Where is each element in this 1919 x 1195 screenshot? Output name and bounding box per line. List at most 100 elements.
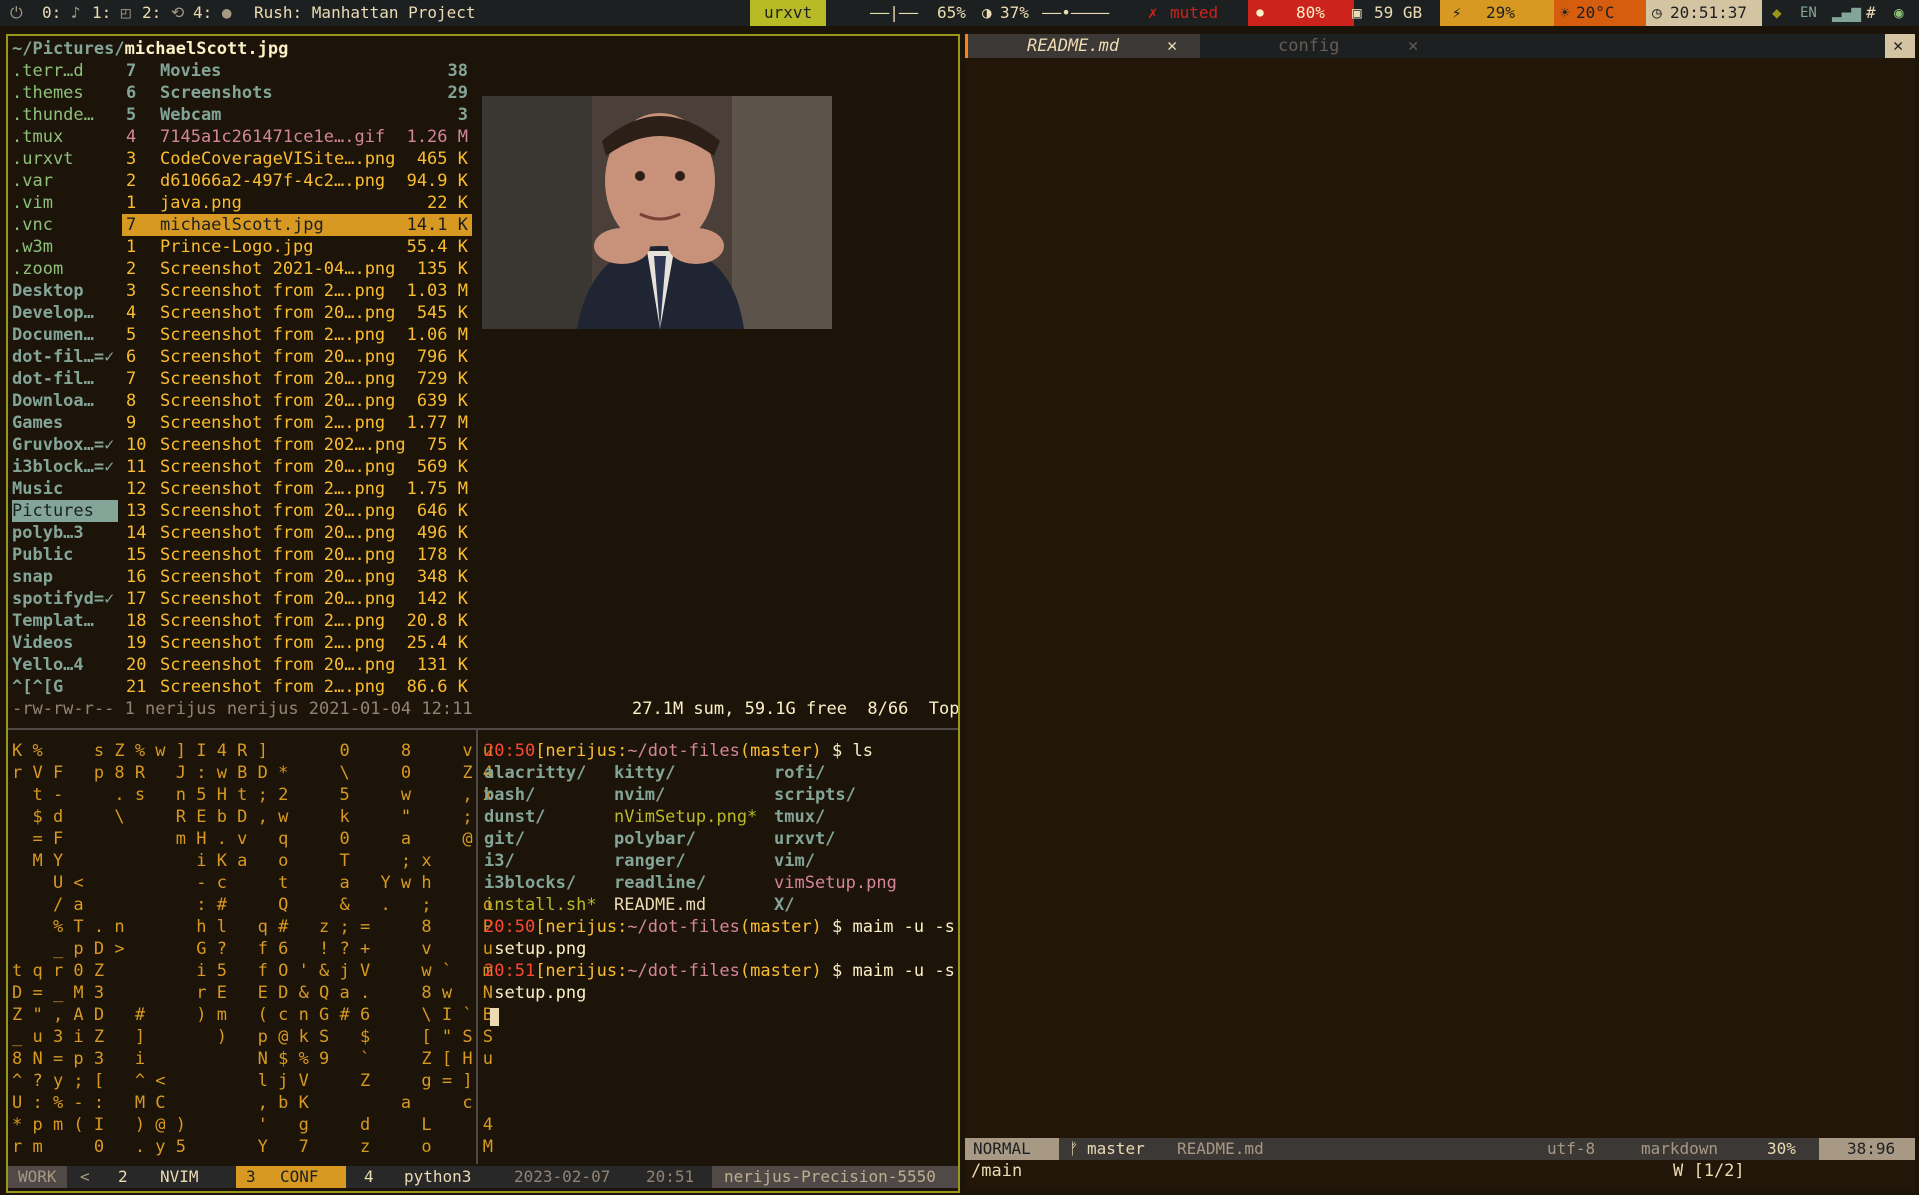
file-name: Screenshot from 20….png bbox=[160, 347, 396, 367]
file-row[interactable]: 7 michaelScott.jpg 14.1 K bbox=[122, 214, 472, 236]
workspace-1[interactable]: 1: ◰ bbox=[92, 0, 131, 26]
file-index: 4 bbox=[126, 127, 137, 147]
file-row[interactable]: 3 Screenshot from 2….png 1.03 M bbox=[122, 280, 472, 302]
parent-dir-item[interactable]: Develop… bbox=[12, 302, 118, 324]
tmux-window-4-name[interactable]: python3 bbox=[404, 1166, 471, 1188]
parent-dir-item[interactable]: Games bbox=[12, 412, 118, 434]
parent-dir-item[interactable]: Templat… bbox=[12, 610, 118, 632]
prompt-maim-2: 20:51[nerijus:~/dot-files(master) $ maim… bbox=[484, 961, 955, 981]
parent-dir-item[interactable]: .tmux bbox=[12, 126, 118, 148]
file-row[interactable]: 7 Movies 38 bbox=[122, 60, 472, 82]
file-index: 19 bbox=[126, 633, 147, 653]
file-row[interactable]: 5 Webcam 3 bbox=[122, 104, 472, 126]
workspace-2[interactable]: 2: ⟲ bbox=[142, 0, 184, 26]
file-row[interactable]: 6 Screenshot from 20….png 796 K bbox=[122, 346, 472, 368]
parent-dir-item[interactable]: .vnc bbox=[12, 214, 118, 236]
file-row[interactable]: 7 Screenshot from 20….png 729 K bbox=[122, 368, 472, 390]
matrix-line: _ u 3 i Z ] ) p @ k S $ [ " S S bbox=[12, 1027, 494, 1047]
file-row[interactable]: 21 Screenshot from 2….png 86.6 K bbox=[122, 676, 472, 698]
status-position: 38:96 bbox=[1847, 1139, 1896, 1158]
parent-dir-item[interactable]: Public bbox=[12, 544, 118, 566]
parent-dir-item[interactable]: .themes bbox=[12, 82, 118, 104]
tmux-window-2-name[interactable]: NVIM bbox=[160, 1166, 199, 1188]
parent-dir-item[interactable]: .thunde… bbox=[12, 104, 118, 126]
file-row[interactable]: 1 Prince-Logo.jpg 55.4 K bbox=[122, 236, 472, 258]
nvim-cmdline[interactable]: /main bbox=[971, 1160, 1022, 1182]
file-size: 14.1 K bbox=[406, 215, 468, 235]
file-row[interactable]: 9 Screenshot from 2….png 1.77 M bbox=[122, 412, 472, 434]
now-playing[interactable]: Rush: Manhattan Project bbox=[254, 0, 476, 26]
parent-dir-item[interactable]: .terr…d bbox=[12, 60, 118, 82]
workspace-4[interactable]: 4: ● bbox=[193, 0, 232, 26]
file-row[interactable]: 13 Screenshot from 20….png 646 K bbox=[122, 500, 472, 522]
file-row[interactable]: 20 Screenshot from 20….png 131 K bbox=[122, 654, 472, 676]
file-row[interactable]: 5 Screenshot from 2….png 1.06 M bbox=[122, 324, 472, 346]
file-row[interactable]: 4 7145a1c261471ce1e….gif 1.26 M bbox=[122, 126, 472, 148]
parent-dir-item[interactable]: .urxvt bbox=[12, 148, 118, 170]
file-row[interactable]: 12 Screenshot from 2….png 1.75 M bbox=[122, 478, 472, 500]
parent-dir-item[interactable]: ^[^[G bbox=[12, 676, 118, 698]
parent-dir-item[interactable]: Videos bbox=[12, 632, 118, 654]
tab-config-label[interactable]: config bbox=[1278, 35, 1339, 57]
parent-dir-item[interactable]: spotifyd=✓ bbox=[12, 588, 118, 610]
file-row[interactable]: 18 Screenshot from 2….png 20.8 K bbox=[122, 610, 472, 632]
tmux-window-3-num[interactable]: 3 bbox=[246, 1166, 256, 1188]
parent-dir-item[interactable]: Desktop bbox=[12, 280, 118, 302]
tmux-session[interactable]: WORK bbox=[8, 1166, 67, 1188]
signal-icon[interactable]: ▂▄▆ bbox=[1832, 0, 1861, 26]
parent-dir-item[interactable]: .w3m bbox=[12, 236, 118, 258]
parent-dir-item[interactable]: dot-fil… bbox=[12, 368, 118, 390]
brightness-slider[interactable]: ——•———— bbox=[1042, 0, 1109, 26]
close-all-icon[interactable]: ✕ bbox=[1893, 35, 1903, 57]
file-row[interactable]: 14 Screenshot from 20….png 496 K bbox=[122, 522, 472, 544]
parent-dir-item[interactable]: Music bbox=[12, 478, 118, 500]
matrix-line: Z " , A D # ) m ( c n G # 6 \ I ` B bbox=[12, 1005, 494, 1025]
file-row[interactable]: 3 CodeCoverageVISite….png 465 K bbox=[122, 148, 472, 170]
file-row[interactable]: 1 java.png 22 K bbox=[122, 192, 472, 214]
parent-dir-item[interactable]: .zoom bbox=[12, 258, 118, 280]
left-terminal-pane[interactable]: ~/Pictures/michaelScott.jpg .terr…d .them… bbox=[6, 34, 960, 1193]
tab-readme-close-icon[interactable]: ✕ bbox=[1167, 35, 1177, 57]
parent-dir-item[interactable]: Documen… bbox=[12, 324, 118, 346]
parent-dir-item[interactable]: Downloa… bbox=[12, 390, 118, 412]
file-row[interactable]: 10 Screenshot from 202….png 75 K bbox=[122, 434, 472, 456]
tmux-window-3-name[interactable]: CONF bbox=[280, 1166, 319, 1188]
file-row[interactable]: 17 Screenshot from 20….png 142 K bbox=[122, 588, 472, 610]
file-row[interactable]: 11 Screenshot from 20….png 569 K bbox=[122, 456, 472, 478]
volume-slider[interactable]: ——|—— bbox=[870, 0, 918, 26]
parent-dir-item[interactable]: dot-fil…=✓ bbox=[12, 346, 118, 368]
parent-dir-item[interactable]: Pictures bbox=[12, 500, 118, 522]
keyboard-layout[interactable]: EN bbox=[1800, 0, 1817, 26]
tab-readme-label[interactable]: README.md bbox=[1027, 35, 1119, 57]
parent-dir-item[interactable]: .var bbox=[12, 170, 118, 192]
workspace-0[interactable]: 0: ♪ bbox=[42, 0, 81, 26]
parent-dir-item[interactable]: i3block…=✓ bbox=[12, 456, 118, 478]
file-row[interactable]: 2 d61066a2-497f-4c2….png 94.9 K bbox=[122, 170, 472, 192]
file-row[interactable]: 16 Screenshot from 20….png 348 K bbox=[122, 566, 472, 588]
file-row[interactable]: 15 Screenshot from 20….png 178 K bbox=[122, 544, 472, 566]
file-name: CodeCoverageVISite….png bbox=[160, 149, 396, 169]
nvim-pane[interactable]: README.md ✕ config ✕ ✕ NORMAL ᚠ master R… bbox=[965, 34, 1915, 1189]
file-row[interactable]: 6 Screenshots 29 bbox=[122, 82, 472, 104]
shield-icon[interactable]: ◆ bbox=[1772, 0, 1782, 26]
file-row[interactable]: 19 Screenshot from 2….png 25.4 K bbox=[122, 632, 472, 654]
parent-dir-item[interactable]: Gruvbox…=✓ bbox=[12, 434, 118, 456]
pane-divider[interactable] bbox=[8, 728, 958, 730]
tray-app-icon[interactable]: ◉ bbox=[1894, 0, 1904, 26]
nvim-buffer[interactable] bbox=[965, 60, 1915, 1164]
matrix-line: / a : # Q & . ; o bbox=[12, 895, 494, 915]
launcher-icon[interactable]: ⏻ bbox=[10, 0, 23, 26]
tmux-window-4-num[interactable]: 4 bbox=[364, 1166, 374, 1188]
parent-dir-item[interactable]: polyb…3 bbox=[12, 522, 118, 544]
parent-dir-item[interactable]: .vim bbox=[12, 192, 118, 214]
parent-dir-item[interactable]: Yello…4 bbox=[12, 654, 118, 676]
tmux-window-2-num[interactable]: 2 bbox=[118, 1166, 128, 1188]
slack-icon[interactable]: # bbox=[1866, 0, 1876, 26]
file-row[interactable]: 8 Screenshot from 20….png 639 K bbox=[122, 390, 472, 412]
parent-dir-item[interactable]: snap bbox=[12, 566, 118, 588]
file-row[interactable]: 2 Screenshot 2021-04….png 135 K bbox=[122, 258, 472, 280]
file-name: Webcam bbox=[160, 105, 222, 125]
mute-status[interactable]: muted bbox=[1170, 0, 1218, 26]
tab-config-close-icon[interactable]: ✕ bbox=[1408, 35, 1418, 57]
file-row[interactable]: 4 Screenshot from 20….png 545 K bbox=[122, 302, 472, 324]
